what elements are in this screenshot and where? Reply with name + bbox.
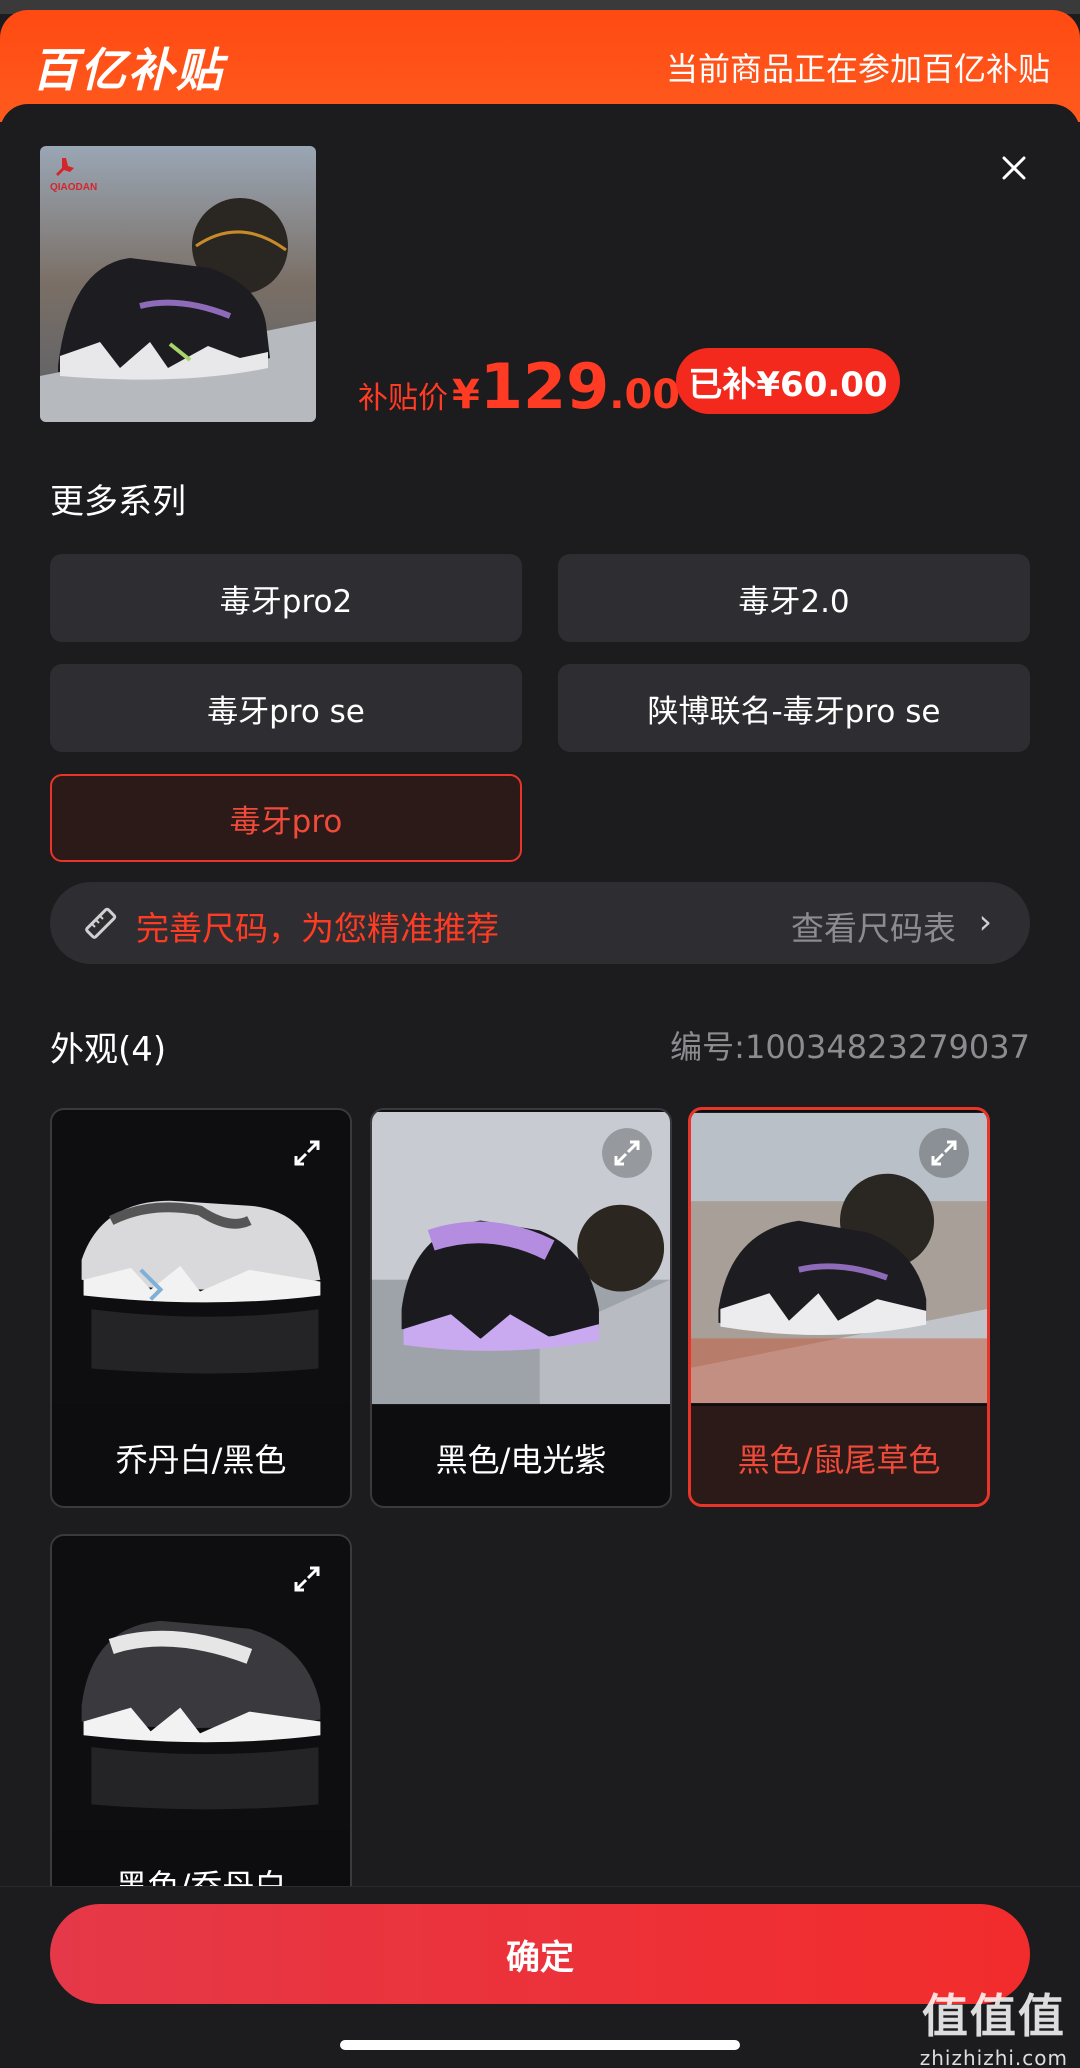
series-option[interactable]: 陕博联名-毒牙pro se bbox=[558, 664, 1030, 752]
series-option-selected[interactable]: 毒牙pro bbox=[50, 774, 522, 862]
color-option[interactable]: 乔丹白/黑色 bbox=[50, 1108, 352, 1508]
series-option[interactable]: 毒牙pro se bbox=[50, 664, 522, 752]
product-thumbnail[interactable]: QIAODAN bbox=[40, 146, 316, 422]
home-indicator[interactable] bbox=[340, 2040, 740, 2050]
price-decimal: .00 bbox=[609, 372, 681, 418]
expand-icon[interactable] bbox=[282, 1128, 332, 1178]
watermark: 值值值 zhizhizhi.com bbox=[920, 1980, 1068, 2068]
color-option[interactable]: 黑色/电光紫 bbox=[370, 1108, 672, 1508]
expand-icon[interactable] bbox=[919, 1128, 969, 1178]
watermark-logo: 值值值 bbox=[921, 1989, 1066, 2043]
price-label: 补贴价 bbox=[358, 381, 448, 416]
close-icon[interactable] bbox=[994, 148, 1034, 188]
expand-icon[interactable] bbox=[602, 1128, 652, 1178]
color-name: 乔丹白/黑色 bbox=[115, 1441, 287, 1479]
expand-icon[interactable] bbox=[282, 1554, 332, 1604]
color-name: 黑色/鼠尾草色 bbox=[691, 1406, 987, 1504]
banner-notice: 当前商品正在参加百亿补贴 bbox=[665, 50, 1050, 88]
price-currency: ¥ bbox=[452, 372, 480, 418]
confirm-button[interactable]: 确定 bbox=[50, 1904, 1030, 2004]
brand-logo: 百亿补贴 bbox=[32, 43, 224, 97]
series-option[interactable]: 毒牙2.0 bbox=[558, 554, 1030, 642]
size-chart-link[interactable]: 查看尺码表 bbox=[791, 902, 956, 950]
item-id: 编号:10034823279037 bbox=[670, 1028, 1030, 1066]
ruler-icon bbox=[85, 907, 117, 939]
watermark-domain: zhizhizhi.com bbox=[919, 2046, 1068, 2068]
saved-badge: 已补¥60.00 bbox=[676, 348, 900, 414]
color-option[interactable]: 黑色/乔丹白 bbox=[50, 1534, 352, 1934]
appearance-title: 外观(4) bbox=[50, 1030, 167, 1070]
sneaker-photo-icon: QIAODAN bbox=[40, 146, 316, 422]
series-option[interactable]: 毒牙pro2 bbox=[50, 554, 522, 642]
color-option-selected[interactable]: 黑色/鼠尾草色 bbox=[688, 1107, 990, 1507]
price-integer: 129 bbox=[479, 350, 610, 423]
subsidy-price: 补贴价 ¥ 129 .00 bbox=[358, 350, 680, 423]
size-recommend-bar[interactable]: 完善尺码，为您精准推荐 查看尺码表 › bbox=[50, 882, 1030, 964]
size-tip: 完善尺码，为您精准推荐 bbox=[136, 909, 499, 948]
logo-text: QIAODAN bbox=[50, 182, 97, 193]
color-name: 黑色/电光紫 bbox=[435, 1441, 607, 1479]
series-title: 更多系列 bbox=[50, 482, 186, 522]
chevron-right-icon: › bbox=[978, 902, 992, 941]
